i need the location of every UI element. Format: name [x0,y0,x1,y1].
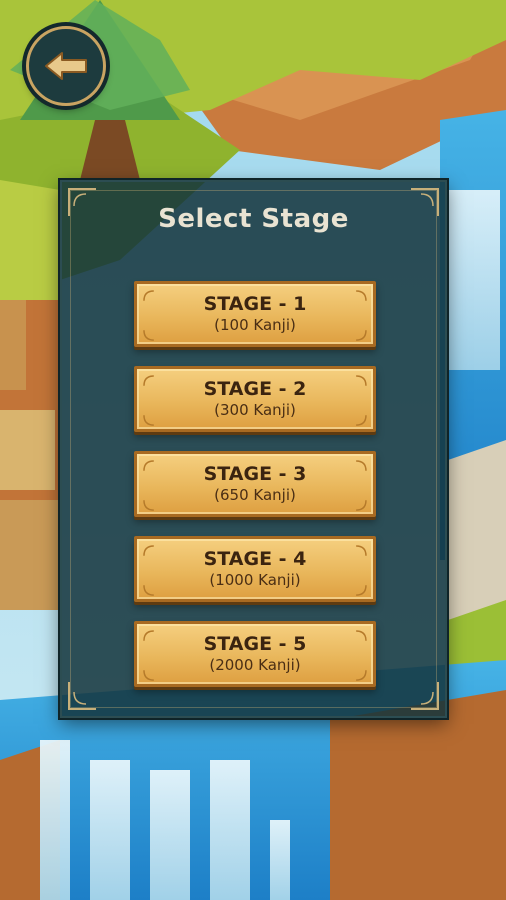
stage-kanji-count: (650 Kanji) [214,486,296,504]
stage-4-button[interactable]: STAGE - 4 (1000 Kanji) [134,536,376,602]
stage-1-button[interactable]: STAGE - 1 (100 Kanji) [134,281,376,347]
corner-ornament-icon [411,682,439,710]
stage-title: STAGE - 3 [203,463,307,485]
stage-kanji-count: (2000 Kanji) [209,656,301,674]
stage-title: STAGE - 4 [203,548,307,570]
stage-select-panel: Select Stage STAGE - 1 (100 Kanji) STAGE… [60,180,447,718]
stage-2-button[interactable]: STAGE - 2 (300 Kanji) [134,366,376,432]
stage-title: STAGE - 2 [203,378,307,400]
arrow-left-icon [45,52,87,80]
back-button[interactable] [26,26,106,106]
page-title: Select Stage [158,204,349,234]
stage-kanji-count: (100 Kanji) [214,316,296,334]
corner-ornament-icon [68,682,96,710]
stage-3-button[interactable]: STAGE - 3 (650 Kanji) [134,451,376,517]
stage-title: STAGE - 1 [203,293,307,315]
stage-kanji-count: (1000 Kanji) [209,571,301,589]
stage-5-button[interactable]: STAGE - 5 (2000 Kanji) [134,621,376,687]
stage-title: STAGE - 5 [203,633,307,655]
stage-kanji-count: (300 Kanji) [214,401,296,419]
